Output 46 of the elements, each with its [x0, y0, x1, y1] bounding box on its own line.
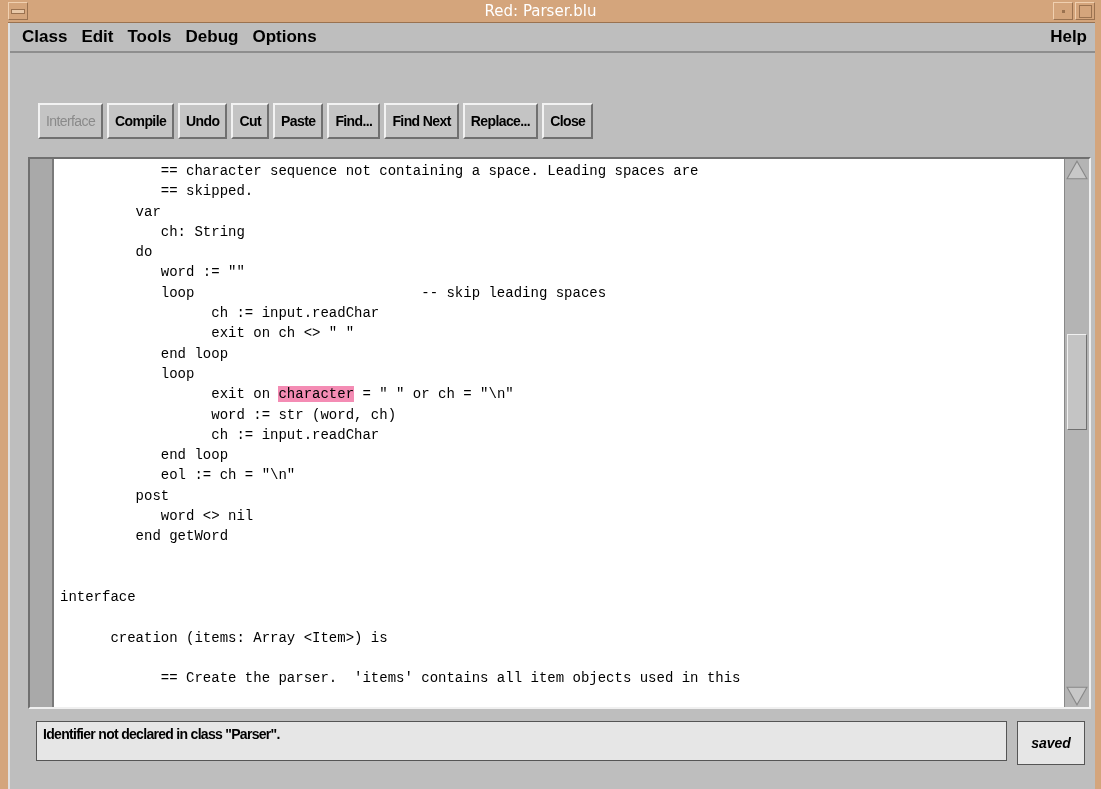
menu-item[interactable]: Tools — [127, 27, 172, 47]
code-line: loop — [159, 365, 195, 382]
window-menu-button[interactable] — [8, 2, 28, 20]
code-line: end getWord — [134, 528, 229, 545]
code-line: == Create the parser. 'items' contains all item objects used in this — [159, 670, 741, 687]
minimize-button[interactable] — [1053, 2, 1073, 20]
toolbar-button[interactable]: Compile — [107, 103, 175, 139]
save-status: saved — [1017, 721, 1085, 765]
code-line: ch := input.readChar — [210, 305, 380, 322]
menu-item[interactable]: Class — [22, 27, 68, 47]
menu-item[interactable]: Edit — [81, 27, 114, 47]
window-title: Red: Parser.blu — [483, 2, 598, 20]
code-line: post — [134, 487, 170, 504]
toolbar-button[interactable]: Undo — [178, 103, 228, 139]
code-line: interface — [60, 589, 136, 606]
toolbar-button[interactable]: Find Next — [384, 103, 459, 139]
code-line: == skipped. — [159, 183, 254, 200]
code-line: loop -- skip leading spaces — [159, 284, 607, 301]
scroll-down-icon[interactable] — [1066, 685, 1088, 707]
code-line: creation (items: Array <Item>) is — [109, 629, 388, 646]
code-line: var — [134, 203, 161, 220]
code-line: eol := ch = "\n" — [159, 467, 296, 484]
status-message: Identifier not declared in class "Parser". — [36, 721, 1007, 761]
toolbar-button[interactable]: Close — [542, 103, 594, 139]
vertical-scrollbar[interactable] — [1064, 159, 1089, 707]
code-line: word <> nil — [159, 508, 254, 525]
code-line: word := "" — [159, 264, 245, 281]
scrollbar-thumb[interactable] — [1067, 334, 1087, 430]
maximize-button[interactable] — [1075, 2, 1095, 20]
code-line: exit on character = " " or ch = "\n" — [210, 386, 514, 403]
toolbar-button[interactable]: Replace... — [462, 103, 539, 139]
code-line: word := str (word, ch) — [210, 406, 397, 423]
code-line: ch := input.readChar — [210, 426, 380, 443]
menu-item[interactable]: Options — [252, 27, 317, 47]
code-line: ch: String — [159, 223, 245, 240]
menu-item[interactable]: Debug — [185, 27, 239, 47]
menu-item[interactable]: Help — [1050, 27, 1087, 47]
code-line: exit on ch <> " " — [210, 325, 355, 342]
code-line: end loop — [159, 345, 229, 362]
scroll-up-icon[interactable] — [1066, 159, 1088, 181]
code-line: == character sequence not containing a space. Leading spaces are — [159, 163, 699, 179]
toolbar-button[interactable]: Paste — [273, 103, 324, 139]
code-line: do — [134, 244, 153, 261]
code-line: end loop — [159, 447, 229, 464]
toolbar-button[interactable]: Cut — [231, 103, 269, 139]
toolbar-button[interactable]: Find... — [327, 103, 381, 139]
